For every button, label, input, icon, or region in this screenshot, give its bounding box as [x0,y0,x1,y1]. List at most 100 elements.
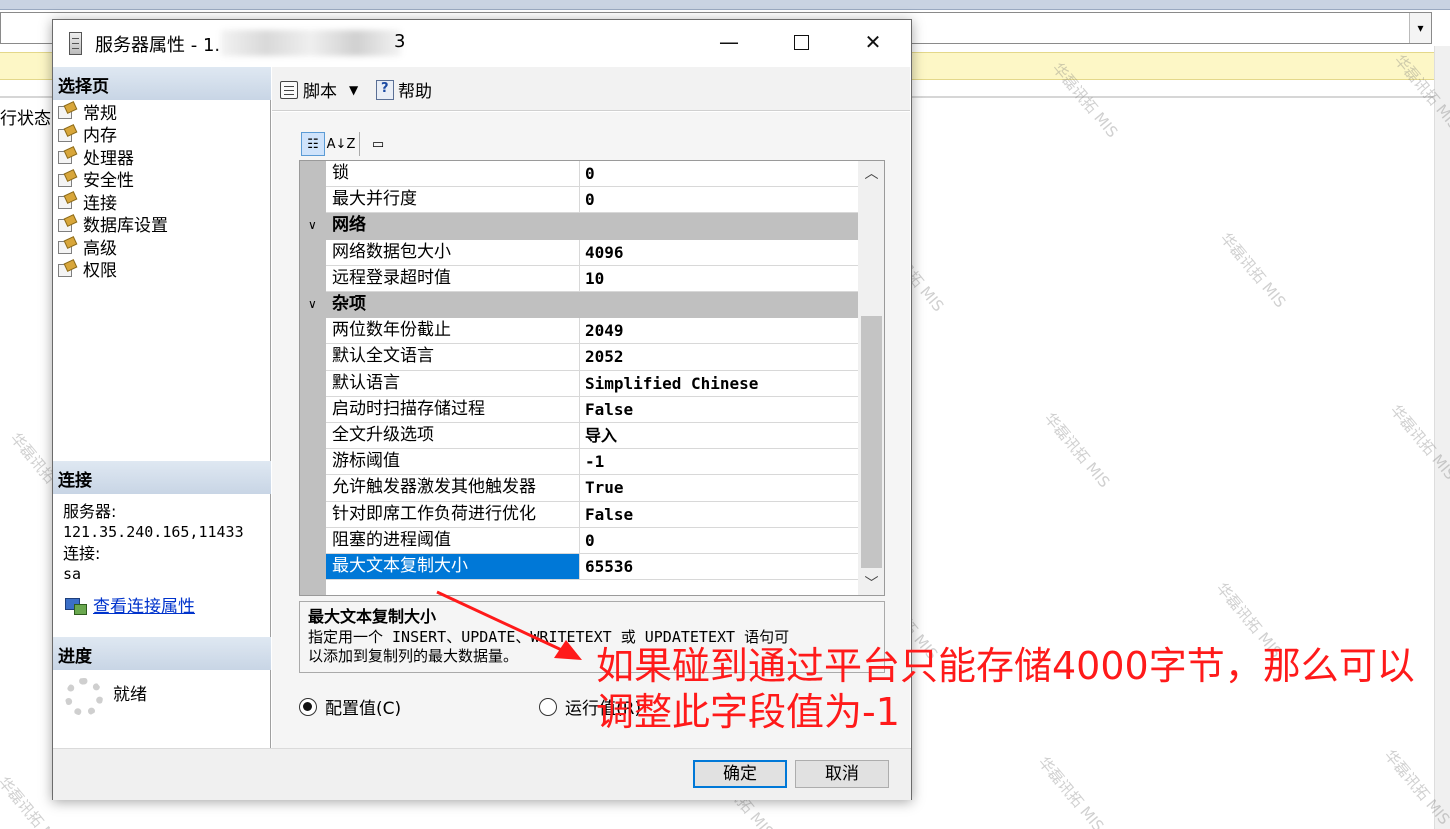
ok-button[interactable]: 确定 [693,760,787,788]
property-name[interactable]: 针对即席工作负荷进行优化 [326,501,580,528]
nav-item-label: 连接 [83,193,117,214]
nav-item[interactable]: 高级 [57,235,168,259]
property-name[interactable]: 锁 [326,161,580,188]
property-name[interactable]: 游标阈值 [326,449,580,476]
property-page-icon [57,216,77,232]
page-nav-list: 常规 内存 处理器 安全性 连接 数据库设置 高级 权限 [57,100,168,281]
configured-value-option[interactable]: 配置值(C) [299,694,401,719]
property-row[interactable]: 远程登录超时值 10 [300,265,858,292]
property-page-icon [57,238,77,255]
nav-item-label: 高级 [83,238,117,259]
property-page-icon [57,193,77,210]
property-name[interactable]: 默认语言 [326,370,580,397]
property-row[interactable]: 默认全文语言 2052 [300,344,858,371]
property-name[interactable]: 远程登录超时值 [326,265,580,292]
property-row[interactable]: 锁0 [300,161,858,188]
property-value[interactable]: 0 [580,187,858,214]
property-row[interactable]: 最大文本复制大小 65536 [300,554,858,581]
running-value-radio[interactable] [539,697,557,716]
nav-item-label: 常规 [83,103,117,124]
property-value[interactable]: 10 [580,266,858,292]
scroll-up-icon[interactable]: ︿ [858,161,884,187]
scroll-thumb[interactable] [861,316,882,568]
nav-item[interactable]: 连接 [57,190,168,214]
nav-item[interactable]: 数据库设置 [57,213,168,236]
close-button[interactable]: ✕ [837,20,909,64]
collapse-chevron-icon[interactable]: ∨ [308,213,317,238]
property-value[interactable]: 2049 [580,318,858,345]
toolbar-separator [359,132,360,156]
nav-item-label: 安全性 [83,171,134,192]
property-value[interactable]: True [580,475,858,502]
property-name[interactable]: 允许触发器激发其他触发器 [326,475,580,502]
property-grid-scrollbar[interactable]: ︿ ﹀ [858,161,884,595]
nav-item[interactable]: 处理器 [57,145,168,169]
property-row[interactable]: 启动时扫描存储过程 False [300,396,858,423]
property-value[interactable]: 65536 [580,554,858,581]
property-name[interactable]: 启动时扫描存储过程 [326,396,580,423]
collapse-chevron-icon[interactable]: ∨ [308,292,317,317]
property-name[interactable]: 全文升级选项 [326,423,580,450]
connection-label: 连接: [63,544,101,563]
dialog-titlebar[interactable]: 服务器属性 - 1. 3 — ✕ [53,20,911,67]
minimize-button[interactable]: — [693,20,765,64]
watermark-text: 华磊讯拓 MIS [1034,753,1108,829]
property-row[interactable]: 阻塞的进程阈值 0 [300,527,858,554]
property-value[interactable]: Simplified Chinese [580,371,858,397]
annotation-text: 如果碰到通过平台只能存储4000字节，那么可以调整此字段值为-1 [596,644,1415,734]
category-row[interactable]: ∨ 杂项 [300,292,858,319]
property-name[interactable]: 最大文本复制大小 [326,554,580,581]
combo-dropdown-icon[interactable]: ▾ [1409,13,1431,43]
nav-item-label: 内存 [83,126,117,147]
script-dropdown-icon[interactable]: ▼ [349,83,358,97]
property-value[interactable]: 0 [580,528,858,554]
maximize-button[interactable] [765,20,837,64]
nav-item-label: 权限 [83,261,117,282]
category-row[interactable]: ∨ 网络 [300,213,858,240]
property-row[interactable]: 全文升级选项 导入 [300,423,858,450]
property-row[interactable]: 默认语言 Simplified Chinese [300,370,858,397]
property-name[interactable]: 网络数据包大小 [326,239,580,266]
nav-item[interactable]: 安全性 [57,168,168,191]
property-value[interactable]: False [580,502,858,528]
property-value[interactable]: -1 [580,449,858,476]
property-value[interactable]: 4096 [580,240,858,266]
script-label: 脚本 [303,82,337,102]
property-name[interactable]: 两位数年份截止 [326,318,580,345]
progress-row: 就绪 [65,678,147,716]
description-title: 最大文本复制大小 [308,607,437,626]
nav-item[interactable]: 权限 [57,258,168,281]
script-button[interactable]: 脚本 ▼ [280,77,358,102]
select-page-header: 选择页 [53,67,271,100]
scroll-down-icon[interactable]: ﹀ [858,571,884,595]
alphabetical-sort-icon[interactable]: A↓Z [327,132,356,156]
property-name[interactable]: 最大并行度 [326,187,580,214]
property-value[interactable]: 导入 [580,423,858,450]
property-row[interactable]: 最大并行度 0 [300,187,858,214]
configured-value-radio[interactable] [299,697,317,716]
view-connection-link-text[interactable]: 查看连接属性 [93,592,195,617]
property-value[interactable]: 0 [580,161,858,188]
property-row[interactable]: 针对即席工作负荷进行优化 False [300,501,858,528]
connection-header: 连接 [53,461,271,494]
cancel-button[interactable]: 取消 [795,760,889,788]
property-row[interactable]: 游标阈值 -1 [300,449,858,476]
property-value[interactable]: False [580,397,858,423]
property-name[interactable]: 默认全文语言 [326,344,580,371]
server-value: 121.35.240.165,11433 [63,523,244,541]
nav-item[interactable]: 常规 [57,100,168,124]
progress-header: 进度 [53,637,271,670]
help-button[interactable]: 帮助 [376,77,432,102]
dialog-toolbar: 脚本 ▼ 帮助 [272,67,910,111]
view-connection-properties-link[interactable]: 查看连接属性 [65,592,195,617]
property-row[interactable]: 允许触发器激发其他触发器 True [300,475,858,502]
property-pages-icon[interactable]: ▭ [366,132,390,156]
categorized-view-icon[interactable]: ☷ [301,132,325,156]
property-name[interactable]: 阻塞的进程阈值 [326,527,580,554]
property-value[interactable]: 2052 [580,344,858,371]
property-page-icon [57,148,77,165]
property-row[interactable]: 网络数据包大小 4096 [300,239,858,266]
nav-item[interactable]: 内存 [57,123,168,146]
property-row[interactable]: 两位数年份截止 2049 [300,318,858,345]
script-icon [280,80,298,99]
